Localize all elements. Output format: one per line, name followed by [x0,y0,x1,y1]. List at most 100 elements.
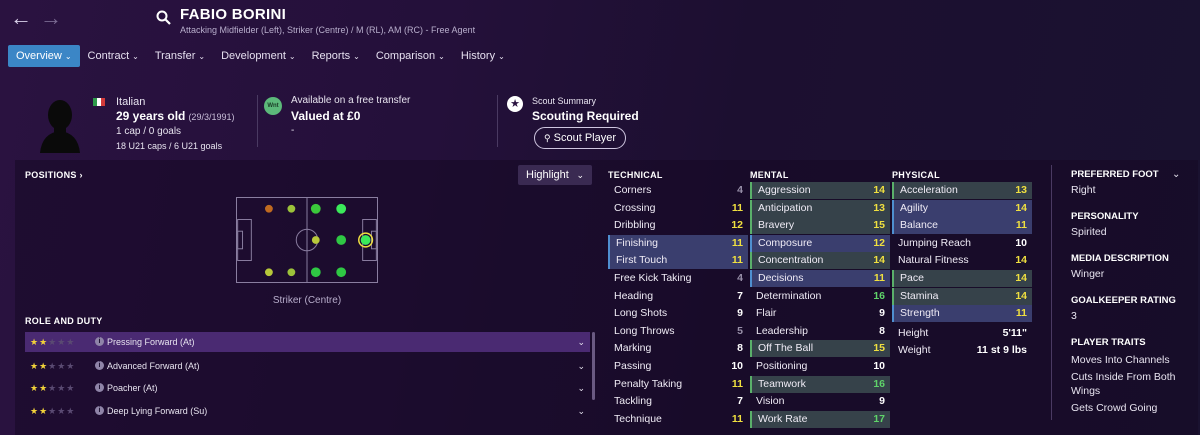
attribute-value: 12 [731,219,743,232]
trait-item: Moves Into Channels [1071,354,1170,366]
attribute-name: Bravery [758,219,795,232]
attribute-row: Long Shots 9 [608,305,748,322]
transfer-status-badge: Wnt [264,97,282,115]
attribute-row: Dribbling 12 [608,217,748,234]
role-name: Poacher (At) [107,383,158,393]
attribute-row: Leadership 8 [750,323,890,340]
attribute-row: Balance 11 [892,217,1032,235]
attribute-name: Flair [756,307,777,320]
attribute-row: Pace 14 [892,270,1032,287]
attribute-value: 14 [1015,201,1027,214]
chevron-down-icon: ⌄ [64,52,72,61]
scout-player-button[interactable]: ⚲ Scout Player [534,127,626,149]
tab-comparison[interactable]: Comparison ⌄ [368,45,453,67]
attribute-value: 9 [879,395,885,408]
attribute-row: Decisions 11 [750,270,890,287]
attribute-value: 4 [737,184,743,196]
attribute-name: Positioning [756,360,808,372]
attribute-name: Determination [756,289,822,302]
attribute-row: Flair 9 [750,305,890,322]
attribute-name: Acceleration [900,184,958,196]
chevron-down-icon[interactable]: ⌄ [577,356,585,376]
highlight-dropdown[interactable]: Highlight ⌄ [518,165,592,185]
chevron-down-icon[interactable]: ⌄ [1172,169,1180,180]
chevron-down-icon: ⌄ [198,52,206,61]
attribute-value: 10 [731,360,743,372]
attribute-name: Work Rate [758,412,808,425]
attribute-row: Bravery 15 [750,217,890,235]
player-value: Valued at £0 [291,109,361,123]
tab-overview[interactable]: Overview ⌄ [8,45,80,67]
attribute-value: 10 [873,360,885,372]
attribute-value: 11 [1015,219,1027,232]
attribute-value: 11 [731,236,743,249]
forward-arrow-icon[interactable]: → [40,7,62,29]
roles-scrollbar[interactable] [592,332,595,400]
attribute-row: Natural Fitness 14 [892,252,1032,269]
tab-reports[interactable]: Reports ⌄ [304,45,368,67]
preferred-foot-title: PREFERRED FOOT [1071,169,1159,180]
chevron-down-icon[interactable]: ⌄ [577,332,585,352]
attribute-value: 9 [879,307,885,320]
attribute-row: Anticipation 13 [750,199,890,217]
chevron-down-icon[interactable]: ⌄ [577,378,585,398]
divider [257,95,258,147]
scout-summary-label: Scout Summary [532,96,597,106]
tab-transfer[interactable]: Transfer ⌄ [147,45,213,67]
attribute-row: Passing 10 [608,358,748,375]
player-subtitle: Attacking Midfielder (Left), Striker (Ce… [180,25,476,35]
goalkeeper-rating-title: GOALKEEPER RATING [1071,295,1176,306]
tab-contract[interactable]: Contract ⌄ [80,45,147,67]
chevron-down-icon: ⌄ [498,52,505,61]
physical-title: PHYSICAL [892,170,940,180]
attribute-value: 16 [873,377,885,390]
attribute-name: Jumping Reach [898,236,971,249]
role-row[interactable]: ★★★★★ i Pressing Forward (At) ⌄ [25,332,590,352]
role-stars: ★★★★★ [30,406,76,416]
back-arrow-icon[interactable]: ← [10,7,32,29]
attribute-value: 8 [737,342,743,355]
tab-history[interactable]: History ⌄ [453,45,513,67]
role-row[interactable]: ★★★★★ i Deep Lying Forward (Su) ⌄ [25,401,590,421]
position-pitch [236,197,378,283]
role-row[interactable]: ★★★★★ i Advanced Forward (At) ⌄ [25,356,590,376]
info-icon[interactable]: i [95,383,104,392]
info-icon[interactable]: i [95,406,104,415]
tab-development[interactable]: Development ⌄ [213,45,304,67]
chevron-down-icon[interactable]: ⌄ [577,401,585,421]
search-icon[interactable] [156,10,172,26]
age-line: 29 years old (29/3/1991) [116,109,235,123]
role-name: Deep Lying Forward (Su) [107,406,208,416]
attribute-name: Stamina [900,289,939,302]
info-icon[interactable]: i [95,337,104,346]
attribute-row: Teamwork 16 [750,375,890,393]
divider [1051,165,1052,420]
attribute-name: Free Kick Taking [614,272,692,284]
positions-title[interactable]: POSITIONS › [25,170,83,180]
attribute-name: Crossing [614,201,656,214]
attribute-name: Agility [900,201,929,214]
attribute-name: Balance [900,219,938,232]
attribute-value: 11 [1015,307,1027,320]
technical-title: TECHNICAL [608,170,663,180]
info-icon[interactable]: i [95,361,104,370]
attribute-name: Tackling [614,395,652,408]
italy-flag-icon [93,98,105,106]
attribute-name: Strength [900,307,940,320]
attribute-name: Penalty Taking [614,377,683,390]
trait-item: Gets Crowd Going [1071,402,1158,414]
player-traits-title: PLAYER TRAITS [1071,337,1146,348]
attribute-row: Tackling 7 [608,393,748,410]
weight-value: 11 st 9 lbs [976,344,1027,356]
tab-bar: Overview ⌄ Contract ⌄ Transfer ⌄ Developmen… [8,45,513,67]
transfer-status: Available on a free transfer [291,95,411,106]
role-row[interactable]: ★★★★★ i Poacher (At) ⌄ [25,378,590,398]
attribute-row: Agility 14 [892,199,1032,217]
attribute-value: 11 [731,412,743,425]
attribute-row: Penalty Taking 11 [608,376,748,393]
attribute-name: Teamwork [758,377,806,390]
attribute-row: Corners 4 [608,182,748,199]
attribute-row: Free Kick Taking 4 [608,270,748,287]
player-name: FABIO BORINI [180,6,287,23]
divider [497,95,498,147]
